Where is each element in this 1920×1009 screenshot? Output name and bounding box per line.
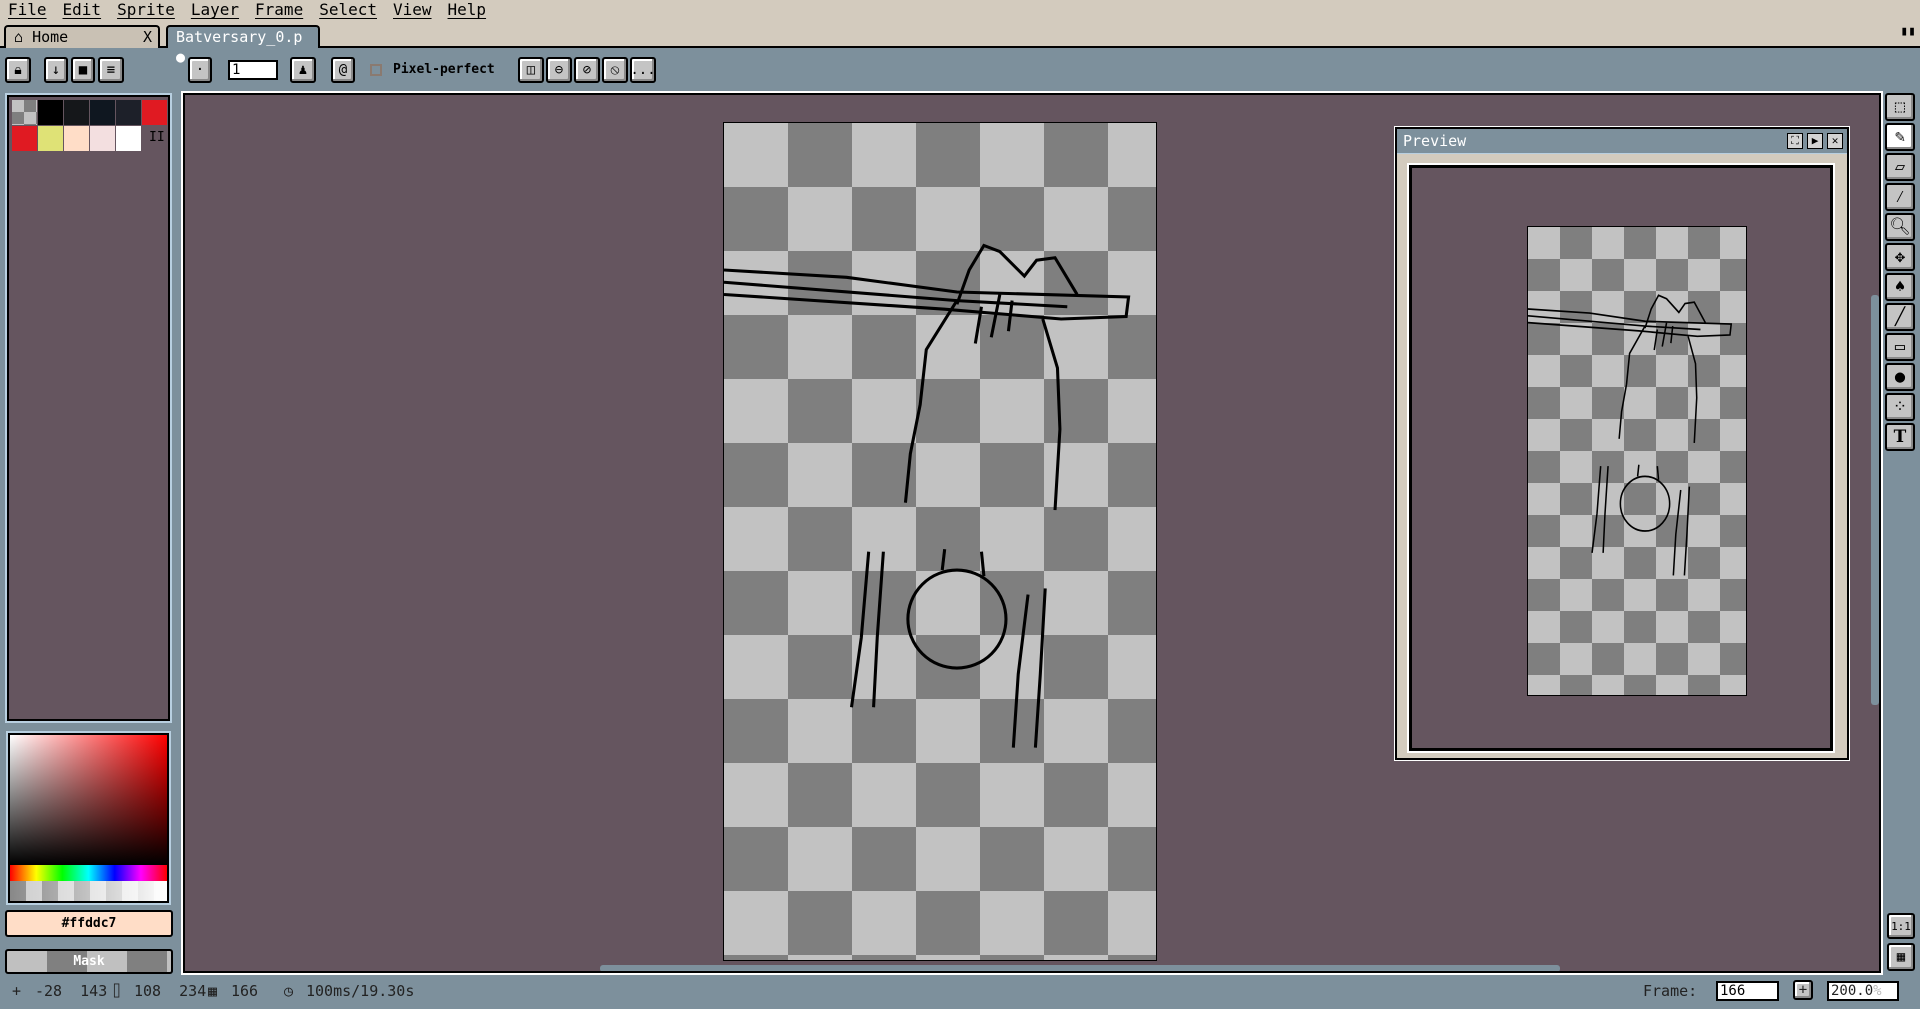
crosshair-icon: + bbox=[12, 978, 21, 1004]
brush-type-button[interactable]: · bbox=[188, 57, 212, 83]
sprite-size: 108 234 bbox=[134, 978, 206, 1004]
color-picker[interactable] bbox=[8, 733, 169, 903]
zoom-input[interactable]: 200.0% bbox=[1827, 981, 1899, 1001]
menu-file[interactable]: File bbox=[0, 0, 55, 22]
palette-swatch-selected[interactable] bbox=[64, 126, 89, 151]
preview-view[interactable] bbox=[1409, 165, 1833, 751]
frames-icon: ▦ bbox=[208, 978, 217, 1004]
saturation-value-field[interactable] bbox=[10, 735, 167, 865]
menu-select[interactable]: Select bbox=[311, 0, 385, 22]
brush-size-input[interactable] bbox=[228, 60, 278, 80]
preview-mode-icon[interactable]: ⛶ bbox=[1787, 133, 1803, 149]
sprite-canvas[interactable] bbox=[723, 122, 1157, 961]
line-tool-icon[interactable]: ╱ bbox=[1885, 303, 1915, 331]
preview-drawing bbox=[1528, 227, 1746, 695]
tab-home-label: Home bbox=[32, 28, 68, 46]
blur-tool-icon[interactable]: ● bbox=[1885, 363, 1915, 391]
palette-swatch[interactable] bbox=[116, 126, 141, 151]
hex-color-button[interactable]: #ffddc7 bbox=[5, 910, 173, 937]
palette-swatch[interactable] bbox=[38, 100, 63, 125]
modified-indicator: ● bbox=[176, 48, 185, 66]
add-frame-button[interactable]: + bbox=[1793, 980, 1813, 1000]
preview-title: Preview bbox=[1397, 129, 1847, 154]
symmetry-vertical-icon[interactable]: ◫ bbox=[518, 57, 544, 83]
tabs-menu-icon[interactable]: ▮▮ bbox=[1900, 24, 1916, 39]
alpha-slider[interactable] bbox=[10, 881, 167, 901]
tab-bar: ⌂ Home X Batversary_0.p ● ▮▮ bbox=[0, 22, 1920, 48]
arrow-down-icon[interactable]: ↓ bbox=[44, 57, 68, 83]
palette-panel: II bbox=[7, 95, 170, 721]
menu-edit[interactable]: Edit bbox=[55, 0, 110, 22]
status-bar: + -28 143 ⌷ 108 234 ▦ 166 ◷ 100ms/19.30s… bbox=[0, 978, 1920, 1006]
fill-tool-icon[interactable]: ♠ bbox=[1885, 273, 1915, 301]
menu-sprite[interactable]: Sprite bbox=[109, 0, 183, 22]
vertical-scrollbar[interactable] bbox=[1871, 295, 1879, 705]
stop-icon[interactable]: ■ bbox=[71, 57, 95, 83]
close-icon[interactable]: ✕ bbox=[1827, 133, 1843, 149]
palette-swatch-transparent[interactable] bbox=[12, 100, 37, 125]
frame-input[interactable] bbox=[1716, 981, 1779, 1001]
palette-swatch[interactable] bbox=[64, 100, 89, 125]
menu-help[interactable]: Help bbox=[440, 0, 495, 22]
more-options-button[interactable]: ... bbox=[630, 57, 656, 83]
zoom-one-to-one-button[interactable]: 1:1 bbox=[1887, 913, 1915, 939]
zoom-tool-icon[interactable]: 🔍︎ bbox=[1885, 213, 1915, 241]
palette-resize-handle[interactable]: II bbox=[149, 130, 165, 145]
pixel-perfect-checkbox[interactable] bbox=[370, 64, 382, 76]
ink-icon[interactable]: ♟ bbox=[290, 57, 316, 83]
frame-label: Frame: bbox=[1643, 978, 1697, 1004]
eraser-tool-icon[interactable]: ▱ bbox=[1885, 153, 1915, 181]
tab-file-label: Batversary_0.p bbox=[176, 28, 302, 46]
preview-sprite bbox=[1527, 226, 1747, 696]
clock-icon: ◷ bbox=[284, 978, 293, 1004]
symmetry-diagonal-icon[interactable]: ⊘ bbox=[574, 57, 600, 83]
sprite-drawing bbox=[724, 123, 1158, 962]
palette-swatch[interactable] bbox=[12, 126, 37, 151]
frame-count: 166 bbox=[231, 978, 258, 1004]
menu-layer[interactable]: Layer bbox=[183, 0, 247, 22]
spray-tool-icon[interactable]: ⁘ bbox=[1885, 393, 1915, 421]
horizontal-scrollbar[interactable] bbox=[600, 965, 1560, 972]
tab-file[interactable]: Batversary_0.p ● bbox=[166, 25, 320, 48]
preview-window[interactable]: Preview ⛶ ▶ ✕ bbox=[1395, 127, 1849, 760]
play-icon[interactable]: ▶ bbox=[1807, 133, 1823, 149]
zoom-value: 200.0 bbox=[1831, 983, 1873, 999]
hue-slider[interactable] bbox=[10, 865, 167, 881]
palette-swatch[interactable] bbox=[90, 126, 115, 151]
palette-swatch[interactable] bbox=[38, 126, 63, 151]
marquee-tool-icon[interactable]: ⬚ bbox=[1885, 93, 1915, 121]
cursor-position: -28 143 bbox=[35, 978, 107, 1004]
menu-frame[interactable]: Frame bbox=[247, 0, 311, 22]
palette-swatch[interactable] bbox=[116, 100, 141, 125]
list-icon[interactable]: ≡ bbox=[98, 57, 124, 83]
symmetry-horizontal-icon[interactable]: ⊖ bbox=[546, 57, 572, 83]
symmetry-antidiagonal-icon[interactable]: ⦸ bbox=[602, 57, 628, 83]
eyedropper-tool-icon[interactable]: ⁄ bbox=[1885, 183, 1915, 211]
zoom-unit: % bbox=[1873, 983, 1881, 999]
move-tool-icon[interactable]: ✥ bbox=[1885, 243, 1915, 271]
tab-home[interactable]: ⌂ Home X bbox=[4, 25, 160, 48]
close-tab-button[interactable]: X bbox=[143, 27, 152, 47]
text-tool-icon[interactable]: T bbox=[1885, 423, 1915, 451]
timeline-icon[interactable]: ▦ bbox=[1887, 943, 1915, 971]
canvas-area[interactable]: Preview ⛶ ▶ ✕ bbox=[183, 93, 1881, 973]
lock-icon[interactable]: 🔒︎ bbox=[5, 57, 31, 83]
home-icon: ⌂ bbox=[14, 28, 23, 46]
pencil-tool-icon[interactable]: ✎ bbox=[1885, 123, 1915, 151]
pixel-perfect-label: Pixel-perfect bbox=[393, 62, 495, 77]
frame-duration: 100ms/19.30s bbox=[306, 978, 414, 1004]
menu-bar: File Edit Sprite Layer Frame Select View… bbox=[0, 0, 1920, 22]
pixel-grid-icon[interactable]: @ bbox=[331, 57, 355, 83]
menu-view[interactable]: View bbox=[385, 0, 440, 22]
mask-button[interactable]: Mask bbox=[5, 949, 173, 974]
palette-swatch[interactable] bbox=[90, 100, 115, 125]
tool-bar: ⬚ ✎ ▱ ⁄ 🔍︎ ✥ ♠ ╱ ▭ ● ⁘ T bbox=[1885, 93, 1918, 453]
palette-swatch[interactable] bbox=[142, 100, 167, 125]
rectangle-tool-icon[interactable]: ▭ bbox=[1885, 333, 1915, 361]
selection-size-icon: ⌷ bbox=[112, 978, 121, 1004]
